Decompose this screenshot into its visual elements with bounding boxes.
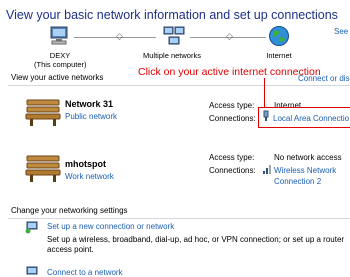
change-settings-heading: Change your networking settings [11, 206, 128, 215]
annotation-highlight-box [258, 107, 350, 128]
internet-label: Internet [266, 51, 292, 60]
see-full-map-link[interactable]: See f [334, 27, 350, 36]
active-networks-heading: View your active networks [11, 73, 104, 82]
annotation-text: Click on your active internet connection [138, 66, 321, 78]
annotation-leader-line [264, 78, 265, 108]
connect-disconnect-link[interactable]: Connect or disc [298, 74, 350, 83]
new-connection-icon [25, 221, 38, 234]
multiple-networks-icon [163, 26, 185, 45]
access-type-value: No network access [274, 153, 342, 162]
page-title: View your basic network information and … [6, 8, 338, 22]
network-name: Network 31 [65, 99, 114, 109]
map-link-line [74, 37, 156, 38]
divider [8, 218, 350, 219]
public-network-bench-icon [25, 99, 61, 126]
connect-network-icon [26, 266, 38, 275]
network-type-link[interactable]: Public network [65, 112, 117, 121]
access-type-label: Access type: [209, 153, 255, 162]
setup-connection-description: Set up a wireless, broadband, dial-up, a… [47, 235, 345, 244]
connections-label: Connections: [209, 114, 256, 123]
wireless-signal-icon [263, 165, 271, 174]
computer-icon [50, 26, 68, 45]
work-network-bench-icon [25, 155, 61, 182]
computer-subtitle: (This computer) [34, 60, 87, 69]
setup-connection-description-continued: access point. [47, 245, 94, 254]
link-marker-icon: ◇ [116, 31, 123, 41]
network-type-link[interactable]: Work network [65, 172, 114, 181]
connection-link-continued[interactable]: Connection 2 [274, 177, 321, 186]
access-type-label: Access type: [209, 101, 255, 110]
divider [8, 85, 350, 86]
setup-connection-link[interactable]: Set up a new connection or network [47, 222, 174, 231]
connections-label: Connections: [209, 166, 256, 175]
connection-link[interactable]: Wireless Network [274, 166, 336, 175]
computer-name: DEXY [49, 51, 71, 60]
network-name: mhotspot [65, 159, 106, 169]
globe-icon [269, 26, 289, 46]
link-marker-icon: ◇ [226, 31, 233, 41]
multiple-networks-label: Multiple networks [143, 51, 201, 60]
